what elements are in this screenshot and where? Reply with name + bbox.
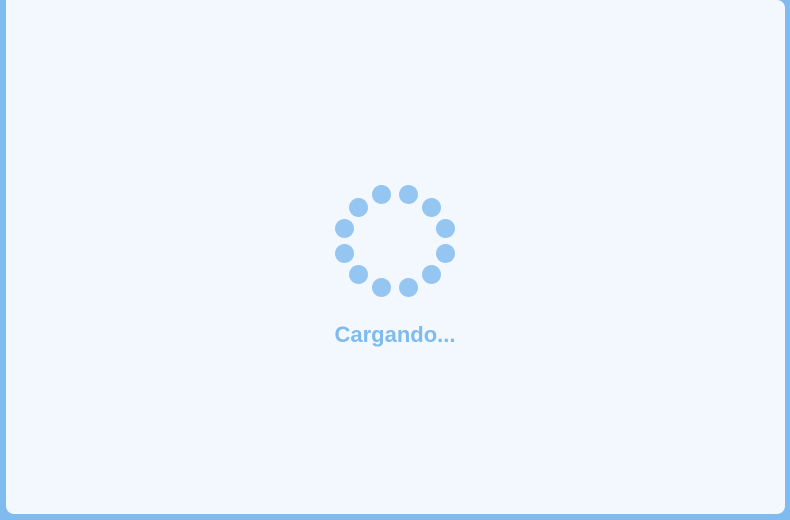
spinner-dot: [435, 243, 455, 263]
spinner-dot: [372, 185, 392, 205]
spinner-dot: [398, 277, 418, 297]
spinner-dot: [422, 265, 442, 285]
loading-message: Cargando...: [334, 322, 456, 347]
loading-panel: [6, 0, 785, 514]
spinner-dot: [348, 197, 368, 217]
spinner-dot: [335, 219, 355, 239]
spinner-dot: [398, 185, 418, 205]
spinner-dot: [335, 243, 355, 263]
spinner-dot: [422, 197, 442, 217]
spinner-dot: [435, 219, 455, 239]
spinner-dot: [348, 265, 368, 285]
spinner-dot: [372, 277, 392, 297]
